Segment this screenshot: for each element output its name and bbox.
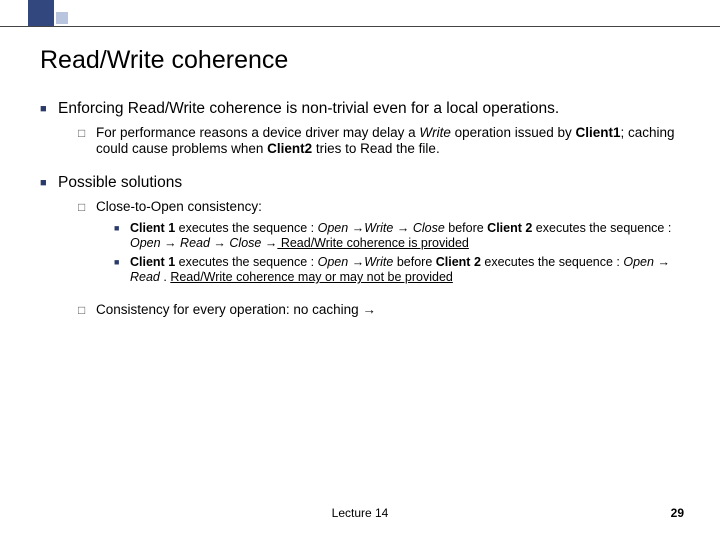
text-bold: Client 2 [487,221,532,235]
text-bold: Client 2 [436,255,481,269]
bullet-level1: ■ Possible solutions [40,174,690,193]
bullet-level2: □ For performance reasons a device drive… [78,125,690,158]
hollow-square-bullet-icon: □ [78,199,96,215]
text-italic: Close [413,221,445,235]
arrow-icon: → [654,255,670,269]
text-bold: Client1 [576,125,621,140]
point-1a: For performance reasons a device driver … [96,125,690,158]
text-fragment: executes the sequence : [481,255,623,269]
text-italic: Open [130,236,161,250]
header-decoration [0,0,720,28]
hollow-square-bullet-icon: □ [78,302,96,318]
arrow-icon: → [265,236,278,250]
text-bold: Client 1 [130,221,175,235]
point-2: Possible solutions [58,174,182,193]
text-fragment: . [160,270,170,284]
text-fragment: executes the sequence : [175,221,317,235]
text-italic: Open [318,255,352,269]
accent-square-large [28,0,54,26]
accent-square-small [56,12,68,24]
header-rule [0,26,720,27]
text-fragment: operation issued by [451,125,576,140]
text-underline: Read/Write coherence is provided [277,236,469,250]
text-italic: Open [623,255,654,269]
square-bullet-icon: ■ [40,100,58,119]
bullet-level2: □ Close-to-Open consistency: [78,199,690,215]
bullet-level3: ■ Client 1 executes the sequence : Open … [114,221,690,252]
text-fragment: before [445,221,487,235]
square-bullet-icon: ■ [114,221,130,252]
text-fragment: executes the sequence : [532,221,671,235]
slide-body: ■ Enforcing Read/Write coherence is non-… [40,100,690,325]
arrow-icon: → [210,236,229,250]
page-number: 29 [671,506,684,520]
text-italic: Read [180,236,210,250]
text-fragment: before [393,255,435,269]
text-fragment: For performance reasons a device driver … [96,125,419,140]
text-underline: Read/Write coherence may or may not be p… [170,270,453,284]
point-1: Enforcing Read/Write coherence is non-tr… [58,100,559,119]
text-italic: Write [419,125,451,140]
square-bullet-icon: ■ [40,174,58,193]
arrow-icon: → [352,255,365,269]
text-italic: Read [130,270,160,284]
text-italic: Write [364,221,393,235]
text-italic: Close [229,236,261,250]
bullet-level2: □ Consistency for every operation: no ca… [78,302,690,318]
text-italic: Open [318,221,352,235]
slide-title: Read/Write coherence [40,46,288,75]
text-fragment: Consistency for every operation: no cach… [96,302,362,317]
text-bold: Client2 [267,141,312,156]
point-2a: Close-to-Open consistency: [96,199,262,215]
point-2a2: Client 1 executes the sequence : Open →W… [130,255,690,286]
bullet-level1: ■ Enforcing Read/Write coherence is non-… [40,100,690,119]
arrow-icon: → [352,221,365,235]
point-2b: Consistency for every operation: no cach… [96,302,376,318]
arrow-icon: → [393,221,412,235]
text-bold: Client 1 [130,255,175,269]
point-2a1: Client 1 executes the sequence : Open →W… [130,221,690,252]
arrow-icon: → [161,236,180,250]
hollow-square-bullet-icon: □ [78,125,96,158]
bullet-level3: ■ Client 1 executes the sequence : Open … [114,255,690,286]
text-italic: Write [364,255,393,269]
text-fragment: tries to Read the file. [312,141,440,156]
footer-center: Lecture 14 [0,506,720,520]
text-fragment: executes the sequence : [175,255,317,269]
square-bullet-icon: ■ [114,255,130,286]
slide: Read/Write coherence ■ Enforcing Read/Wr… [0,0,720,540]
arrow-icon: → [362,302,376,317]
